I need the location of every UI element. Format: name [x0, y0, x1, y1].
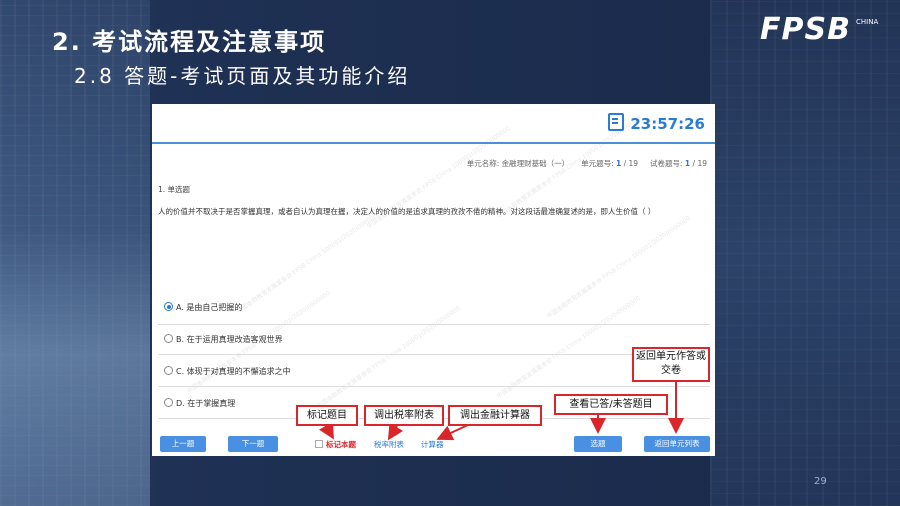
watermark: 中国金融教育发展基金会 FPSB China 100001(2020)00000…: [235, 209, 382, 316]
callout-calc: 调出金融计算器: [448, 405, 542, 426]
next-button[interactable]: 下一题: [228, 436, 278, 452]
divider: [158, 354, 710, 355]
callout-return: 返回单元作答或交卷: [632, 347, 710, 382]
tax-table-link[interactable]: 税率附表: [374, 439, 404, 450]
callout-tax: 调出税率附表: [364, 405, 444, 426]
watermark: 中国金融教育发展基金会 FPSB China 100001(2020)00000…: [315, 304, 462, 411]
question-info: 单元名称: 金融理财基础（一） 单元题号: 1 / 19 试卷题号: 1 / 1…: [466, 159, 707, 168]
countdown-timer: 23:57:26: [608, 113, 705, 133]
slide-title: 2. 考试流程及注意事项: [52, 28, 327, 56]
fpsb-logo: FPSB CHINA: [760, 12, 879, 47]
radio-selected-icon[interactable]: [164, 302, 173, 311]
slide-subtitle: 2.8 答题-考试页面及其功能介绍: [74, 64, 411, 88]
question-type: 1. 单选题: [158, 185, 191, 194]
callout-view: 查看已答/未答题目: [554, 394, 668, 415]
option-b[interactable]: B. 在于运用真理改造客观世界: [164, 334, 709, 345]
calculator-link[interactable]: 计算器: [421, 439, 444, 450]
divider: [158, 386, 710, 387]
prev-button[interactable]: 上一题: [160, 436, 206, 452]
callout-mark: 标记题目: [296, 405, 358, 426]
radio-icon[interactable]: [164, 366, 173, 375]
mark-question-button[interactable]: 标记本题: [315, 439, 356, 450]
option-c[interactable]: C. 体现于对真理的不懈追求之中: [164, 366, 709, 377]
right-building-image: [710, 0, 900, 506]
question-text: 人的价值并不取决于是否掌握真理，或者自认为真理在握，决定人的价值的是追求真理的孜…: [158, 207, 656, 216]
divider: [158, 324, 710, 325]
radio-icon[interactable]: [164, 398, 173, 407]
checkbox-icon[interactable]: [315, 440, 323, 448]
page-number: 29: [814, 476, 827, 487]
select-question-button[interactable]: 选题: [574, 436, 622, 452]
option-a[interactable]: A. 是由自己把握的: [164, 302, 709, 313]
radio-icon[interactable]: [164, 334, 173, 343]
exam-header: 23:57:26: [152, 104, 715, 144]
return-unit-list-button[interactable]: 返回单元列表: [644, 436, 710, 452]
timer-icon: [608, 113, 625, 131]
